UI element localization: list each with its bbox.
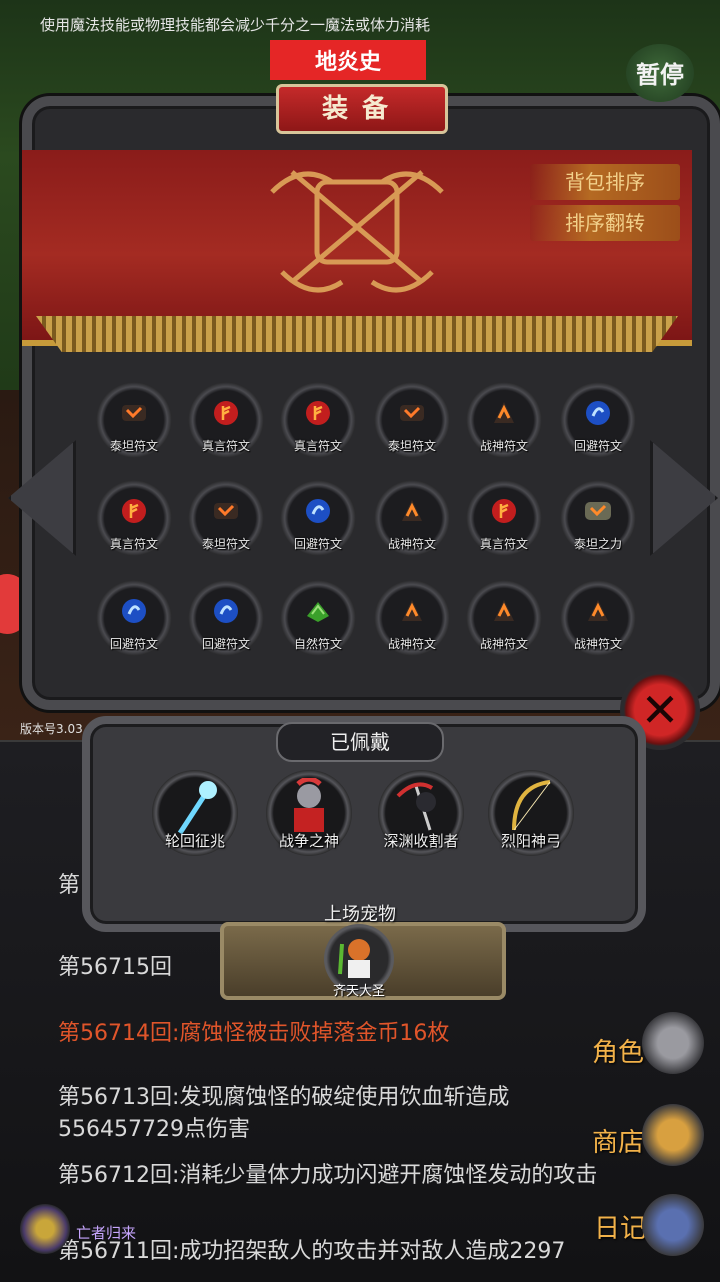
inventory-slot[interactable]: 泰坦之力 [560,480,636,556]
log-line: 第56713回:发现腐蚀怪的破绽使用饮血斩造成556457729点伤害 [58,1085,510,1142]
helmet-icon[interactable] [642,1012,704,1074]
pet-portrait-icon [338,939,370,978]
equipped-title: 已佩戴 [276,722,444,762]
player-name: 亡者归来 [76,1224,137,1242]
inventory-slot[interactable]: 战神符文 [466,382,542,458]
inventory-slot-label: 战神符文 [479,637,528,651]
inventory-slot-label: 自然符文 [293,637,342,651]
inventory-slot-label: 泰坦符文 [109,439,158,453]
log-line: 第56712回:消耗少量体力成功闪避开腐蚀怪发动的攻击 [58,1163,598,1188]
inventory-slot[interactable]: 真言符文 [96,480,172,556]
equipped-slot[interactable]: 烈阳神弓 [488,770,574,856]
evade-rune-icon [586,401,610,425]
player-avatar[interactable] [20,1204,70,1254]
equipped-slot[interactable]: 轮回征兆 [152,770,238,856]
truth-rune-icon [306,401,330,425]
inventory-slot-label: 战神符文 [387,637,436,651]
tip-text: 使用魔法技能或物理技能都会减少千分之一魔法或体力消耗 [40,16,431,34]
inventory-slot[interactable]: 泰坦符文 [96,382,172,458]
inventory-slot-label: 回避符文 [109,637,158,651]
inventory-slot-label: 泰坦符文 [201,537,250,551]
character-button[interactable]: 角色 [592,1032,644,1069]
truth-rune-icon [122,499,146,523]
inventory-slot[interactable]: 真言符文 [188,382,264,458]
equipped-slot[interactable]: 深渊收割者 [378,770,464,856]
reaper-icon [396,782,436,831]
inventory-slot[interactable]: 真言符文 [466,480,542,556]
inventory-slot[interactable]: 回避符文 [560,382,636,458]
banner-fringe [36,316,678,352]
inventory-slot-label: 真言符文 [201,439,250,453]
book-icon[interactable] [642,1194,704,1256]
truth-rune-icon [492,499,516,523]
bag-sort-button[interactable]: 背包排序 [530,164,680,200]
inventory-slot[interactable]: 回避符文 [188,580,264,656]
evade-rune-icon [214,599,238,623]
bow-icon [512,780,551,831]
inventory-slot-label: 泰坦符文 [387,439,436,453]
titan-power-icon [585,502,611,520]
pet-title: 上场宠物 [324,904,396,925]
equipped-label: 战争之神 [278,832,339,850]
inventory-slot-label: 真言符文 [109,537,158,551]
inventory-slot[interactable]: 战神符文 [560,580,636,656]
inventory-slot-label: 回避符文 [293,537,342,551]
titan-rune-icon [122,405,146,421]
inventory-slot-label: 泰坦之力 [573,537,622,551]
inventory-slot-label: 回避符文 [201,637,250,651]
inventory-slot-label: 战神符文 [573,637,622,651]
inventory-slot[interactable]: 泰坦符文 [374,382,450,458]
war-rune-icon [494,600,514,621]
nature-rune-icon [307,602,329,622]
diary-button[interactable]: 日记 [594,1208,646,1245]
beer-mug-icon[interactable] [642,1104,704,1166]
titan-rune-icon [400,405,424,421]
shop-button[interactable]: 商店 [592,1122,644,1159]
equipped-label: 烈阳神弓 [500,832,561,850]
inventory-slot[interactable]: 战神符文 [374,580,450,656]
evade-rune-icon [306,499,330,523]
inventory-slot[interactable]: 泰坦符文 [188,480,264,556]
inventory-slot[interactable]: 自然符文 [280,580,356,656]
pause-button[interactable]: 暂停 [626,44,694,102]
evade-rune-icon [122,599,146,623]
version-label: 版本号3.03 [20,722,83,736]
monster-name-tag: 地炎史 [270,40,426,80]
war-rune-icon [402,600,422,621]
inventory-slot[interactable]: 战神符文 [374,480,450,556]
truth-rune-icon [214,401,238,425]
inventory-slot-label: 真言符文 [479,537,528,551]
sort-reverse-button[interactable]: 排序翻转 [530,205,680,241]
inventory-slot-label: 战神符文 [387,537,436,551]
inventory-slot[interactable]: 回避符文 [96,580,172,656]
pet-name: 齐天大圣 [332,984,385,999]
ice-staff-icon [177,781,217,835]
war-rune-icon [402,500,422,521]
inventory-slot[interactable]: 真言符文 [280,382,356,458]
inventory-slot[interactable]: 回避符文 [280,480,356,556]
inventory-slot-label: 回避符文 [573,439,622,453]
crossed-swords-emblem-icon [270,170,444,293]
inventory-slot-label: 战神符文 [479,439,528,453]
inventory-slot-label: 真言符文 [293,439,342,453]
equipped-label: 深渊收割者 [383,832,459,850]
war-rune-icon [588,600,608,621]
window-title: 装备 [276,84,448,134]
equipped-label: 轮回征兆 [164,832,225,850]
inventory-slot[interactable]: 战神符文 [466,580,542,656]
war-rune-icon [494,402,514,423]
log-line: 第56711回:成功招架敌人的攻击并对敌人造成2297 [58,1239,566,1264]
equipped-slot[interactable]: 战争之神 [266,770,352,856]
war-god-icon [294,778,324,832]
titan-rune-icon [214,503,238,519]
